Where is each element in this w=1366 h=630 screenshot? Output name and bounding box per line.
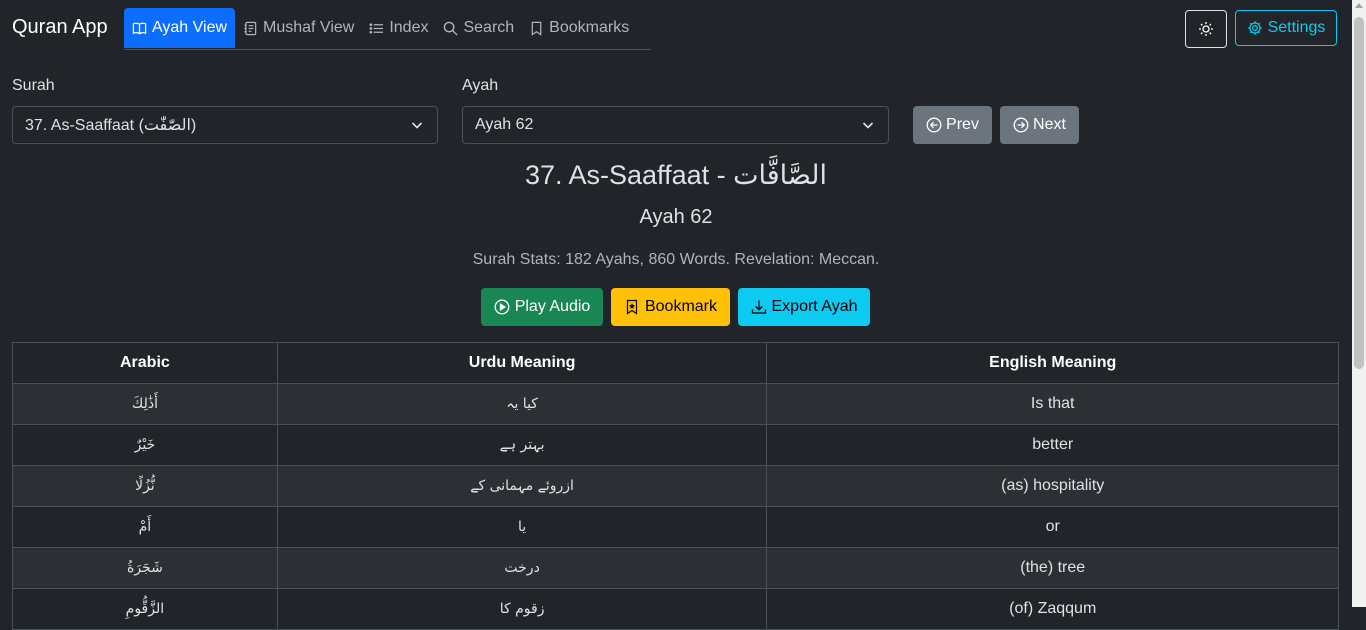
english-cell: (of) Zaqqum bbox=[766, 588, 1339, 630]
list-icon bbox=[369, 22, 384, 34]
tab-ayah-view[interactable]: Ayah View bbox=[124, 8, 236, 48]
urdu-cell: یا bbox=[276, 506, 768, 548]
sun-icon bbox=[1199, 22, 1213, 36]
table-row: الزَّقُّومِ زقوم کا (of) Zaqqum bbox=[12, 588, 1339, 630]
prev-label: Prev bbox=[946, 116, 979, 133]
urdu-cell: زقوم کا bbox=[276, 588, 768, 630]
play-audio-label: Play Audio bbox=[514, 298, 591, 315]
theme-toggle-button[interactable] bbox=[1185, 10, 1227, 48]
bookmark-icon bbox=[531, 21, 542, 36]
tab-index[interactable]: Index bbox=[361, 8, 435, 48]
next-button[interactable]: Next bbox=[1000, 106, 1079, 144]
ayah-label: Ayah bbox=[462, 77, 499, 94]
column-header-urdu: Urdu Meaning bbox=[276, 342, 768, 384]
export-ayah-button[interactable]: Export Ayah bbox=[738, 288, 870, 326]
play-circle-icon bbox=[494, 299, 510, 315]
bookmark-star-icon bbox=[626, 299, 638, 315]
english-cell: Is that bbox=[766, 383, 1339, 425]
scrollbar-thumb[interactable] bbox=[1354, 17, 1364, 369]
prev-button[interactable]: Prev bbox=[913, 106, 992, 144]
nav-tabs: Ayah View Mushaf View Index Search Bookm… bbox=[124, 8, 651, 50]
book-icon bbox=[132, 22, 147, 34]
gear-icon bbox=[1247, 21, 1262, 35]
table-row: أَمْ یا or bbox=[12, 506, 1339, 548]
table-row: أَذَٰلِكَ کیا یہ Is that bbox=[12, 383, 1339, 425]
tab-label: Search bbox=[463, 19, 515, 36]
arabic-cell: نُّزُلًا bbox=[12, 465, 278, 507]
arabic-cell: الزَّقُّومِ bbox=[12, 588, 278, 630]
surah-select[interactable]: 37. As-Saaffaat (الصّٰفّٰت) bbox=[12, 106, 438, 144]
tab-label: Index bbox=[389, 19, 429, 36]
english-cell: (as) hospitality bbox=[766, 465, 1339, 507]
table-row: نُّزُلًا ازروئے مہمانی کے (as) hospitali… bbox=[12, 465, 1339, 507]
table-row: خَيْرٌ بہتر ہے better bbox=[12, 424, 1339, 466]
arrow-left-circle-icon bbox=[926, 117, 942, 133]
table-header-row: Arabic Urdu Meaning English Meaning bbox=[12, 342, 1339, 384]
settings-label: Settings bbox=[1267, 19, 1326, 36]
arabic-cell: خَيْرٌ bbox=[12, 424, 278, 466]
urdu-cell: درخت bbox=[276, 547, 768, 589]
urdu-cell: ازروئے مہمانی کے bbox=[276, 465, 768, 507]
tab-label: Ayah View bbox=[152, 19, 228, 36]
ayah-select[interactable]: Ayah 62 bbox=[462, 106, 889, 144]
surah-stats: Surah Stats: 182 Ayahs, 860 Words. Revel… bbox=[472, 251, 880, 268]
settings-button[interactable]: Settings bbox=[1235, 10, 1337, 46]
scroll-up-arrow-icon[interactable] bbox=[1355, 3, 1363, 8]
column-header-english: English Meaning bbox=[766, 342, 1339, 384]
page-scrollbar[interactable] bbox=[1352, 0, 1366, 607]
ayah-select-value: Ayah 62 bbox=[475, 116, 534, 133]
word-meaning-table: Arabic Urdu Meaning English Meaning أَذَ… bbox=[12, 342, 1339, 630]
bookmark-label: Bookmark bbox=[644, 298, 718, 315]
play-audio-button[interactable]: Play Audio bbox=[481, 288, 603, 326]
surah-select-value: 37. As-Saaffaat (الصّٰفّٰت) bbox=[25, 117, 197, 134]
chevron-down-icon bbox=[862, 122, 874, 129]
tab-bookmarks[interactable]: Bookmarks bbox=[521, 8, 636, 48]
chevron-down-icon bbox=[411, 122, 423, 129]
arabic-cell: شَجَرَةُ bbox=[12, 547, 278, 589]
tab-mushaf-view[interactable]: Mushaf View bbox=[235, 8, 361, 48]
urdu-cell: بہتر ہے bbox=[276, 424, 768, 466]
arabic-cell: أَمْ bbox=[12, 506, 278, 548]
app-title[interactable]: Quran App bbox=[12, 16, 108, 39]
search-icon bbox=[444, 21, 459, 36]
table-row: شَجَرَةُ درخت (the) tree bbox=[12, 547, 1339, 589]
tab-label: Bookmarks bbox=[549, 19, 630, 36]
surah-title: 37. As-Saaffaat - الصَّافَّات bbox=[524, 160, 828, 190]
english-cell: or bbox=[766, 506, 1339, 548]
arabic-cell: أَذَٰلِكَ bbox=[12, 383, 278, 425]
download-icon bbox=[751, 300, 766, 314]
tab-label: Mushaf View bbox=[263, 19, 355, 36]
arrow-right-circle-icon bbox=[1013, 117, 1029, 133]
english-cell: (the) tree bbox=[766, 547, 1339, 589]
urdu-cell: کیا یہ bbox=[276, 383, 768, 425]
ayah-title: Ayah 62 bbox=[639, 206, 713, 228]
journal-icon bbox=[244, 21, 257, 35]
navbar: Quran App Ayah View Mushaf View Index Se… bbox=[0, 0, 1352, 56]
surah-label: Surah bbox=[12, 77, 55, 94]
column-header-arabic: Arabic bbox=[12, 342, 278, 384]
tab-search[interactable]: Search bbox=[435, 8, 521, 48]
english-cell: better bbox=[766, 424, 1339, 466]
bookmark-button[interactable]: Bookmark bbox=[611, 288, 730, 326]
next-label: Next bbox=[1033, 116, 1066, 133]
export-ayah-label: Export Ayah bbox=[771, 298, 858, 315]
